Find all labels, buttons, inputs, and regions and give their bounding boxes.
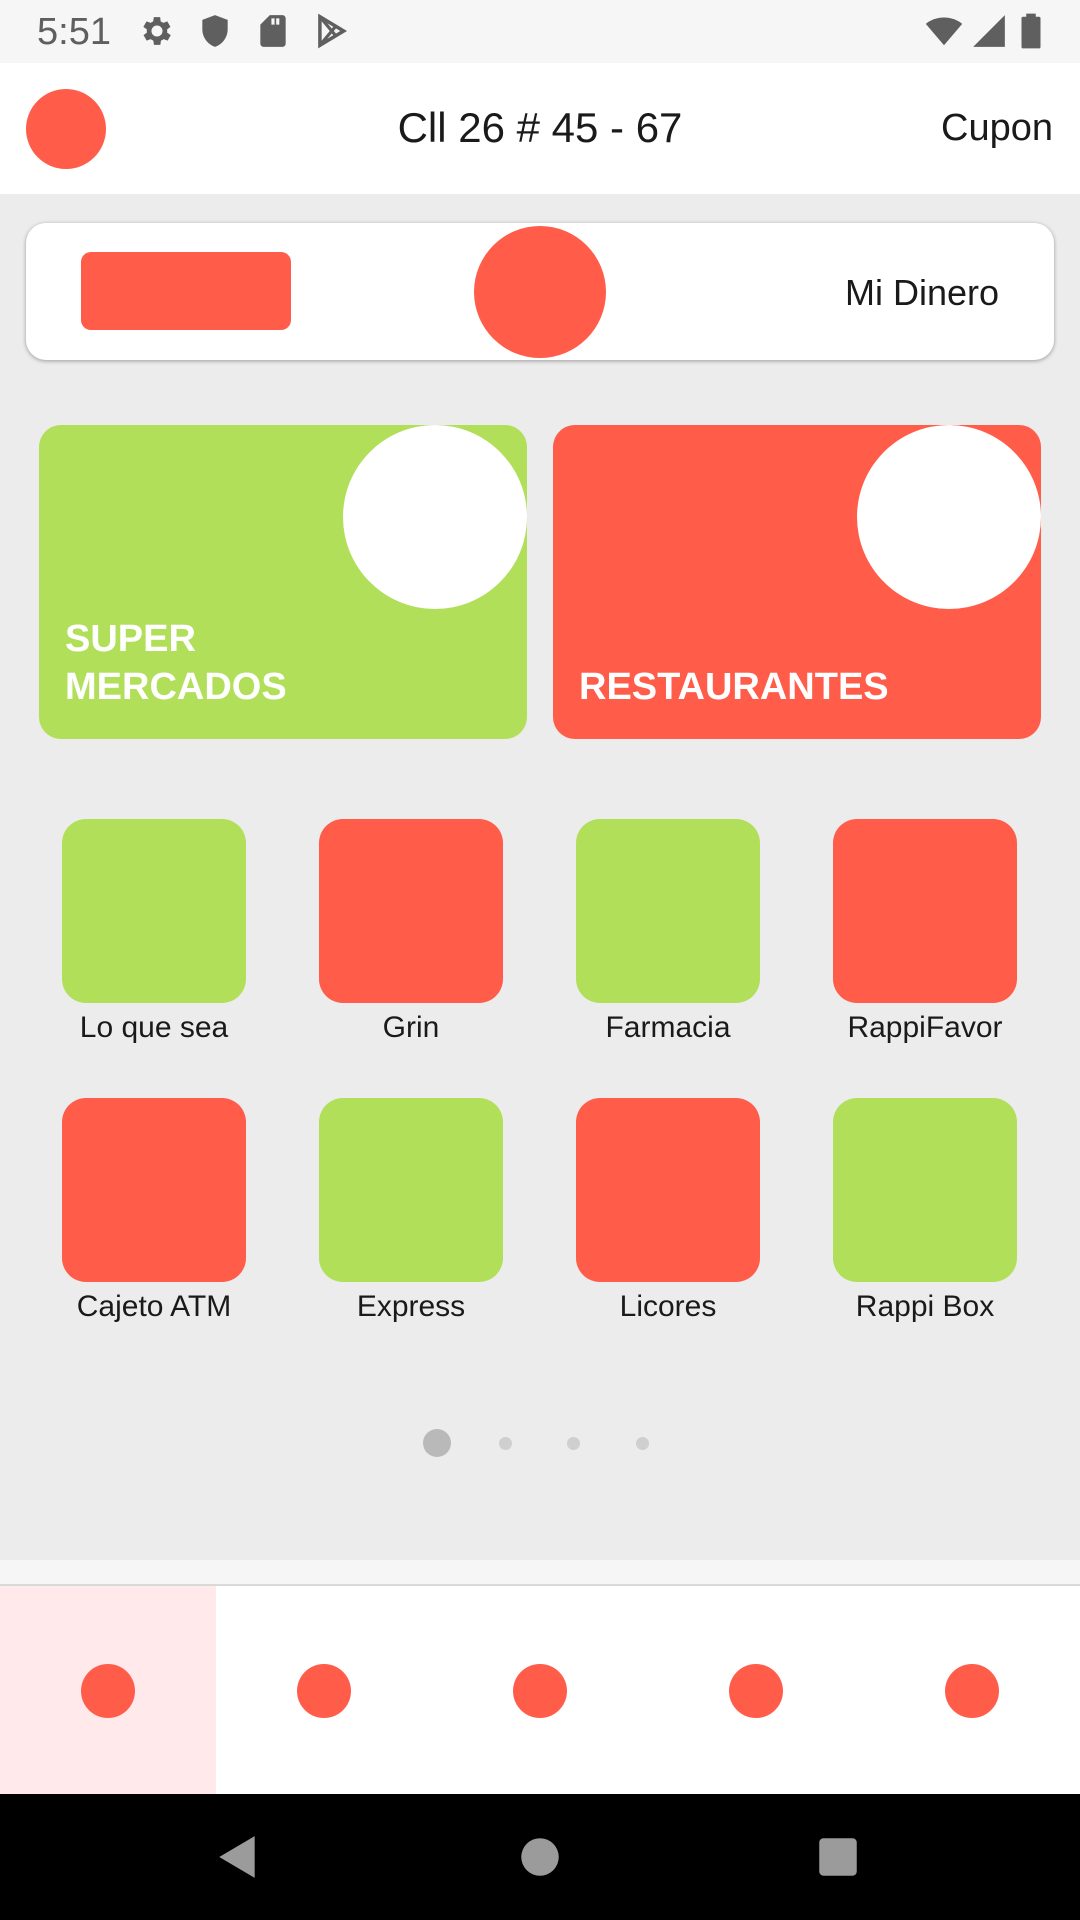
shortcut-farmacia[interactable]: Farmacia: [568, 819, 768, 1047]
category-card-restaurants[interactable]: RESTAURANTES: [553, 425, 1041, 739]
nav-icon: [945, 1664, 999, 1718]
nav-item-2[interactable]: [216, 1586, 432, 1794]
nav-icon: [513, 1664, 567, 1718]
shortcut-rappifavor[interactable]: RappiFavor: [825, 819, 1025, 1047]
recents-icon[interactable]: [813, 1832, 863, 1882]
shield-icon: [196, 12, 234, 50]
shortcut-lo-que-sea[interactable]: Lo que sea: [54, 819, 254, 1047]
shortcut-label: Rappi Box: [855, 1290, 995, 1323]
nav-item-5[interactable]: [864, 1586, 1080, 1794]
shortcut-label: Cajeto ATM: [76, 1290, 232, 1323]
category-image: [343, 425, 527, 609]
sd-card-icon: [254, 12, 292, 50]
shortcut-tile: [576, 1098, 760, 1282]
nav-item-3[interactable]: [432, 1586, 648, 1794]
shortcut-licores[interactable]: Licores: [568, 1098, 768, 1326]
shortcut-tile: [576, 819, 760, 1003]
shortcut-tile: [319, 1098, 503, 1282]
shortcut-tile: [62, 819, 246, 1003]
page-dot[interactable]: [636, 1437, 649, 1450]
bottom-nav: [0, 1584, 1080, 1794]
status-bar: 5:51: [0, 0, 1080, 63]
shortcut-label: Farmacia: [605, 1011, 731, 1044]
delivery-address-selector[interactable]: Cll 26 # 45 - 67: [0, 103, 1080, 153]
coupon-button[interactable]: Cupon: [941, 105, 1053, 151]
shortcut-rappi-box[interactable]: Rappi Box: [825, 1098, 1025, 1326]
wallet-card[interactable]: Mi Dinero: [26, 223, 1054, 360]
shortcut-label: RappiFavor: [847, 1011, 1003, 1044]
shortcut-tile: [62, 1098, 246, 1282]
wallet-label: Mi Dinero: [844, 272, 999, 313]
page-dot[interactable]: [567, 1437, 580, 1450]
nav-home-icon: [81, 1664, 135, 1718]
shortcut-tile: [319, 819, 503, 1003]
category-card-supermarkets[interactable]: SUPER MERCADOS: [39, 425, 527, 739]
nav-item-4[interactable]: [648, 1586, 864, 1794]
system-nav-bar: [0, 1794, 1080, 1920]
signal-icon: [970, 12, 1008, 50]
shortcut-tile: [833, 1098, 1017, 1282]
home-icon[interactable]: [515, 1832, 565, 1882]
wallet-icon: [474, 226, 606, 358]
category-title: SUPER MERCADOS: [65, 618, 287, 708]
back-icon[interactable]: [213, 1832, 263, 1882]
shortcut-tile: [833, 819, 1017, 1003]
shortcut-grin[interactable]: Grin: [311, 819, 511, 1047]
app-bar: Cll 26 # 45 - 67 Cupon: [0, 63, 1080, 194]
shortcut-label: Express: [356, 1290, 466, 1323]
shortcut-label: Lo que sea: [79, 1011, 229, 1044]
battery-icon: [1016, 12, 1046, 50]
wifi-icon: [922, 12, 966, 50]
page-dot-active[interactable]: [423, 1429, 451, 1457]
shortcut-label: Grin: [382, 1011, 440, 1044]
shortcut-label: Licores: [619, 1290, 717, 1323]
wallet-balance-badge: [81, 252, 291, 330]
play-store-icon: [312, 12, 350, 50]
nav-icon: [729, 1664, 783, 1718]
nav-icon: [297, 1664, 351, 1718]
status-time: 5:51: [37, 11, 111, 53]
category-title: RESTAURANTES: [579, 666, 889, 708]
gear-icon: [138, 12, 176, 50]
bottom-nav-separator: [0, 1560, 1080, 1584]
shortcut-cajeto-atm[interactable]: Cajeto ATM: [54, 1098, 254, 1326]
nav-item-home[interactable]: [0, 1586, 216, 1794]
page-dot[interactable]: [499, 1437, 512, 1450]
category-image: [857, 425, 1041, 609]
shortcut-express[interactable]: Express: [311, 1098, 511, 1326]
